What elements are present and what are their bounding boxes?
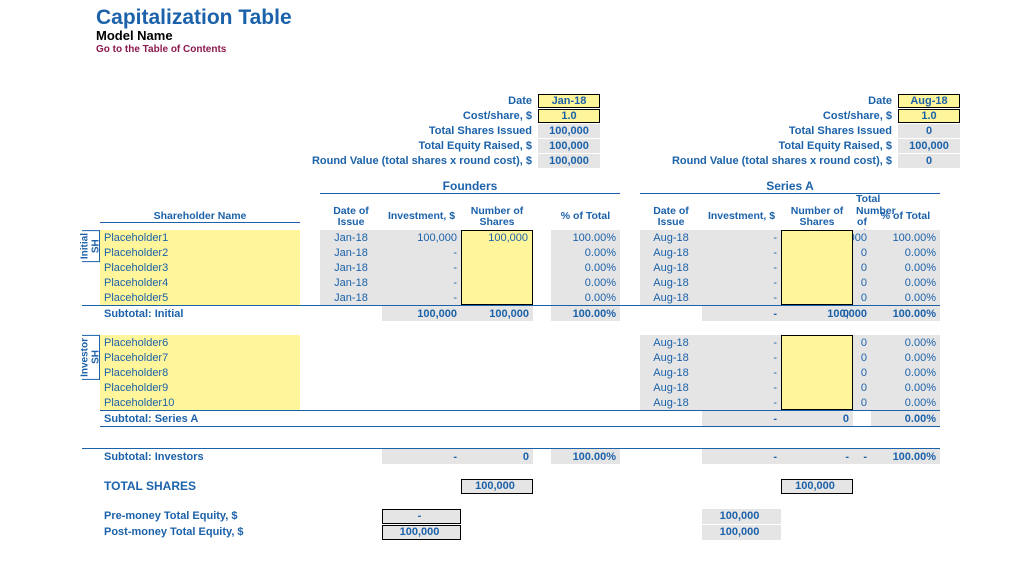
col-shares: Number of Shares bbox=[781, 206, 853, 229]
founders-title: Founders bbox=[320, 179, 620, 194]
f-pct: 100.00% bbox=[551, 230, 620, 245]
col-inv: Investment, $ bbox=[702, 211, 781, 223]
subtotal-investors: Subtotal: Investors - 0 100.00% - - - 10… bbox=[82, 448, 940, 464]
total-shares-label: TOTAL SHARES bbox=[100, 479, 300, 493]
a-inv: - bbox=[702, 230, 781, 245]
sh-name[interactable]: Placeholder10 bbox=[100, 395, 300, 410]
table-row: Placeholder4 Jan-18 - 0.00% Aug-18 - 0 0… bbox=[100, 275, 940, 290]
round-params: DateJan-18 Cost/share, $1.0 Total Shares… bbox=[0, 93, 1024, 168]
subtotal-initial: Subtotal: Initial 100,000 100,000 100.00… bbox=[82, 305, 940, 321]
col-pct: % of Total bbox=[551, 211, 620, 223]
col-date: Date of Issue bbox=[640, 206, 702, 229]
total-shares-f: 100,000 bbox=[461, 479, 533, 494]
sh-name[interactable]: Placeholder2 bbox=[100, 245, 300, 260]
seriesa-round: 0 bbox=[898, 154, 960, 168]
col-date: Date of Issue bbox=[320, 206, 382, 229]
a-shares[interactable] bbox=[781, 230, 853, 245]
label-round: Round Value (total shares x round cost),… bbox=[660, 155, 898, 167]
cap-table-page: Capitalization Table Model Name Go to th… bbox=[0, 0, 1024, 560]
pre-money-row: Pre-money Total Equity, $ - 100,000 bbox=[82, 508, 940, 524]
label-equity: Total Equity Raised, $ bbox=[660, 140, 898, 152]
column-headers: Shareholder Name Date of Issue Investmen… bbox=[82, 194, 940, 230]
sh-name[interactable]: Placeholder6 bbox=[100, 335, 300, 350]
initial-tab: Initial SH bbox=[82, 230, 100, 262]
table-row: Initial SH Placeholder1 Jan-18 100,000 1… bbox=[82, 230, 940, 245]
post-money-label: Post-money Total Equity, $ bbox=[100, 526, 300, 538]
table-row: Placeholder10 Aug-18 - 0 0.00% bbox=[100, 395, 940, 410]
founders-params: DateJan-18 Cost/share, $1.0 Total Shares… bbox=[300, 93, 600, 168]
seriesa-date[interactable]: Aug-18 bbox=[898, 94, 960, 108]
f-shares[interactable]: 100,000 bbox=[461, 230, 533, 245]
seriesa-cost[interactable]: 1.0 bbox=[898, 109, 960, 123]
post-money-f: 100,000 bbox=[382, 525, 461, 540]
table-row: Investor SH Placeholder6 Aug-18 - 0 0.00… bbox=[82, 335, 940, 350]
founders-round: 100,000 bbox=[538, 154, 600, 168]
total-shares-a: 100,000 bbox=[781, 479, 853, 494]
sh-name[interactable]: Placeholder8 bbox=[100, 365, 300, 380]
toc-link[interactable]: Go to the Table of Contents bbox=[96, 44, 1024, 55]
label-date: Date bbox=[660, 95, 898, 107]
col-pct: % of Total bbox=[871, 211, 940, 223]
label-equity: Total Equity Raised, $ bbox=[300, 140, 538, 152]
pre-money-f: - bbox=[382, 509, 461, 524]
sh-name[interactable]: Placeholder7 bbox=[100, 350, 300, 365]
total-shares-row: TOTAL SHARES 100,000 100,000 bbox=[82, 478, 940, 494]
subtotal-label: Subtotal: Series A bbox=[100, 413, 300, 425]
header: Capitalization Table Model Name Go to th… bbox=[0, 6, 1024, 55]
sh-name[interactable]: Placeholder3 bbox=[100, 260, 300, 275]
model-name: Model Name bbox=[96, 28, 1024, 43]
seriesa-equity: 100,000 bbox=[898, 139, 960, 153]
label-shares: Total Shares Issued bbox=[660, 125, 898, 137]
subtotal-seriesa: Subtotal: Series A - 0 0.00% bbox=[100, 410, 940, 426]
post-money-a: 100,000 bbox=[702, 525, 781, 540]
sh-name[interactable]: Placeholder4 bbox=[100, 275, 300, 290]
seriesa-shares: 0 bbox=[898, 124, 960, 138]
a-pct: 100.00% bbox=[871, 230, 940, 245]
main-table: Founders Series A Shareholder Name Date … bbox=[0, 176, 1024, 540]
founders-equity: 100,000 bbox=[538, 139, 600, 153]
label-cost: Cost/share, $ bbox=[660, 110, 898, 122]
post-money-row: Post-money Total Equity, $ 100,000 100,0… bbox=[82, 524, 940, 540]
sh-name[interactable]: Placeholder1 bbox=[100, 230, 300, 245]
sh-name[interactable]: Placeholder5 bbox=[100, 290, 300, 305]
pre-money-label: Pre-money Total Equity, $ bbox=[100, 510, 300, 522]
label-date: Date bbox=[300, 95, 538, 107]
page-title: Capitalization Table bbox=[96, 6, 1024, 30]
col-inv: Investment, $ bbox=[382, 211, 461, 223]
table-row: Placeholder7 Aug-18 - 0 0.00% bbox=[100, 350, 940, 365]
col-shareholder: Shareholder Name bbox=[100, 211, 300, 224]
seriesa-params: DateAug-18 Cost/share, $1.0 Total Shares… bbox=[660, 93, 960, 168]
col-shares: Number of Shares bbox=[461, 206, 533, 229]
label-cost: Cost/share, $ bbox=[300, 110, 538, 122]
a-tot: 100,000 bbox=[853, 230, 871, 245]
pre-money-a: 100,000 bbox=[702, 509, 781, 524]
f-inv: 100,000 bbox=[382, 230, 461, 245]
seriesa-title: Series A bbox=[640, 179, 940, 194]
subtotal-label: Subtotal: Initial bbox=[100, 308, 300, 320]
table-row: Placeholder5 Jan-18 - 0.00% Aug-18 - 0 0… bbox=[100, 290, 940, 305]
founders-cost[interactable]: 1.0 bbox=[538, 109, 600, 123]
founders-date[interactable]: Jan-18 bbox=[538, 94, 600, 108]
table-row: Placeholder9 Aug-18 - 0 0.00% bbox=[100, 380, 940, 395]
founders-shares: 100,000 bbox=[538, 124, 600, 138]
sh-name[interactable]: Placeholder9 bbox=[100, 380, 300, 395]
investor-tab: Investor SH bbox=[82, 335, 100, 380]
table-row: Placeholder8 Aug-18 - 0 0.00% bbox=[100, 365, 940, 380]
label-round: Round Value (total shares x round cost),… bbox=[300, 155, 538, 167]
section-titles: Founders Series A bbox=[82, 176, 940, 194]
subtotal-label: Subtotal: Investors bbox=[100, 451, 300, 463]
f-date: Jan-18 bbox=[320, 230, 382, 245]
table-row: Placeholder3 Jan-18 - 0.00% Aug-18 - 0 0… bbox=[100, 260, 940, 275]
a-date: Aug-18 bbox=[640, 230, 702, 245]
table-row: Placeholder2 Jan-18 - 0.00% Aug-18 - 0 0… bbox=[100, 245, 940, 260]
label-shares: Total Shares Issued bbox=[300, 125, 538, 137]
